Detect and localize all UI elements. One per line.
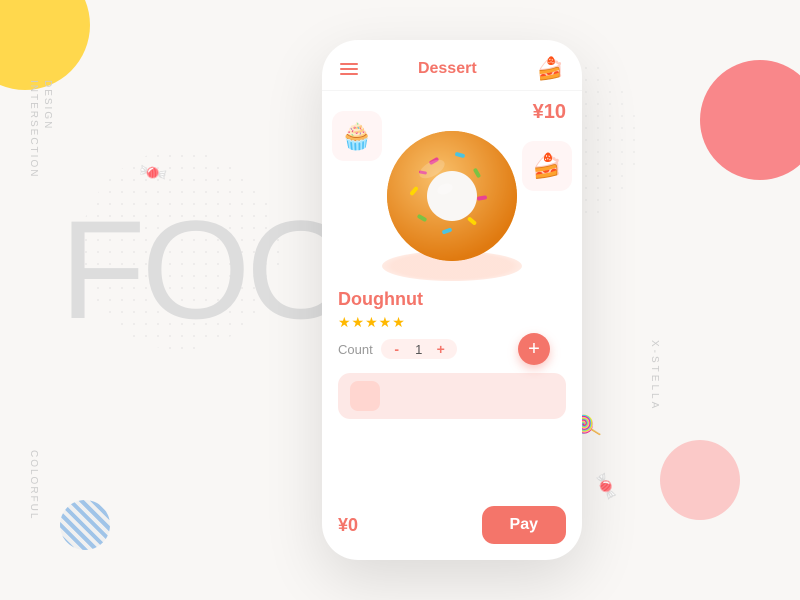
bottom-bar: ¥0 Pay (322, 498, 582, 560)
side-text-design: DESIGN (42, 80, 53, 130)
candy-decoration-2: 🍬 (589, 470, 624, 504)
count-row: Count - 1 + (338, 339, 457, 359)
side-label-colorful: COLORFUL (28, 450, 39, 520)
side-label-stella: X-STELLA (649, 340, 660, 411)
count-area: Count - 1 + + (338, 339, 566, 359)
count-minus-button[interactable]: - (389, 341, 405, 357)
total-price: ¥0 (338, 515, 358, 536)
big-background-text: FOO (60, 200, 351, 340)
product-area: ¥10 🧁 🍰 (322, 91, 582, 498)
cart-bar[interactable] (338, 373, 566, 419)
side-text-intersection: INTERSECTION (28, 80, 39, 178)
cart-icon[interactable]: 🍰 (537, 56, 564, 82)
phone-header: Dessert 🍰 (322, 40, 582, 91)
pay-button[interactable]: Pay (482, 506, 566, 544)
count-plus-button[interactable]: + (433, 341, 449, 357)
bg-circle-pink (700, 60, 800, 180)
main-product-display (322, 111, 582, 281)
menu-button[interactable] (340, 63, 358, 75)
cart-items-preview (338, 381, 566, 411)
product-rating: ★★★★★ (338, 314, 566, 331)
bg-circle-yellow (0, 0, 90, 90)
phone-frame: Dessert 🍰 ¥10 🧁 🍰 (322, 40, 582, 560)
count-control: - 1 + (381, 339, 457, 359)
product-info: Doughnut ★★★★★ Count - 1 + + (322, 281, 582, 367)
striped-ball-decoration (60, 500, 110, 550)
product-name: Doughnut (338, 289, 566, 310)
bg-circle-pink2 (660, 440, 740, 520)
cart-item-thumbnail (350, 381, 380, 411)
donut-image (377, 121, 527, 271)
page-title: Dessert (418, 60, 477, 78)
count-label: Count (338, 342, 373, 357)
count-value: 1 (413, 342, 425, 357)
add-to-cart-button[interactable]: + (518, 333, 550, 365)
